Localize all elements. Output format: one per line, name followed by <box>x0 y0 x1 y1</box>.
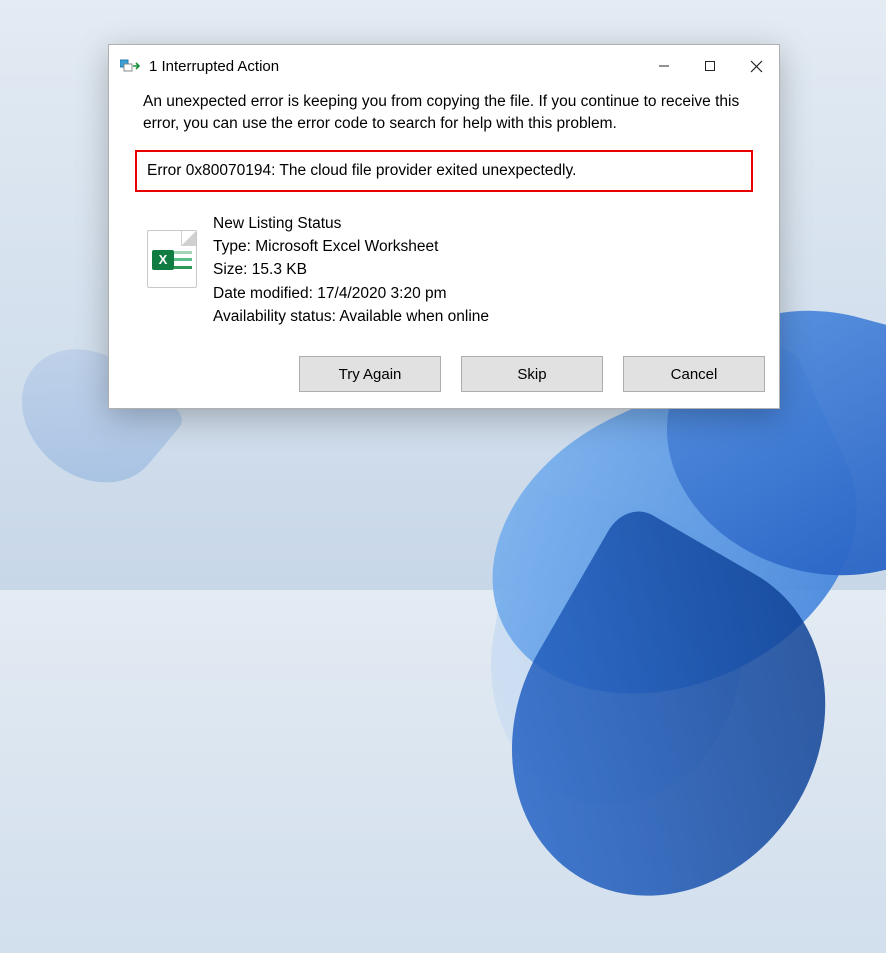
file-availability-row: Availability status: Available when onli… <box>213 305 489 328</box>
excel-file-icon: X <box>147 230 197 288</box>
dialog-title: 1 Interrupted Action <box>149 58 279 75</box>
error-message: An unexpected error is keeping you from … <box>143 91 745 136</box>
dialog-content: An unexpected error is keeping you from … <box>109 87 779 328</box>
interrupted-action-dialog: 1 Interrupted Action An unexpected error… <box>108 44 780 409</box>
titlebar: 1 Interrupted Action <box>109 45 779 87</box>
copy-dialog-icon <box>119 55 141 77</box>
close-button[interactable] <box>733 45 779 87</box>
file-name: New Listing Status <box>213 212 489 235</box>
file-type-row: Type: Microsoft Excel Worksheet <box>213 235 489 258</box>
dialog-buttons: Try Again Skip Cancel <box>109 346 779 408</box>
skip-button[interactable]: Skip <box>461 356 603 392</box>
file-size-row: Size: 15.3 KB <box>213 258 489 281</box>
minimize-button[interactable] <box>641 45 687 87</box>
maximize-button[interactable] <box>687 45 733 87</box>
file-details-block: X New Listing Status Type: Microsoft Exc… <box>143 212 745 328</box>
try-again-button[interactable]: Try Again <box>299 356 441 392</box>
file-modified-row: Date modified: 17/4/2020 3:20 pm <box>213 282 489 305</box>
error-code-line: Error 0x80070194: The cloud file provide… <box>135 150 753 192</box>
cancel-button[interactable]: Cancel <box>623 356 765 392</box>
